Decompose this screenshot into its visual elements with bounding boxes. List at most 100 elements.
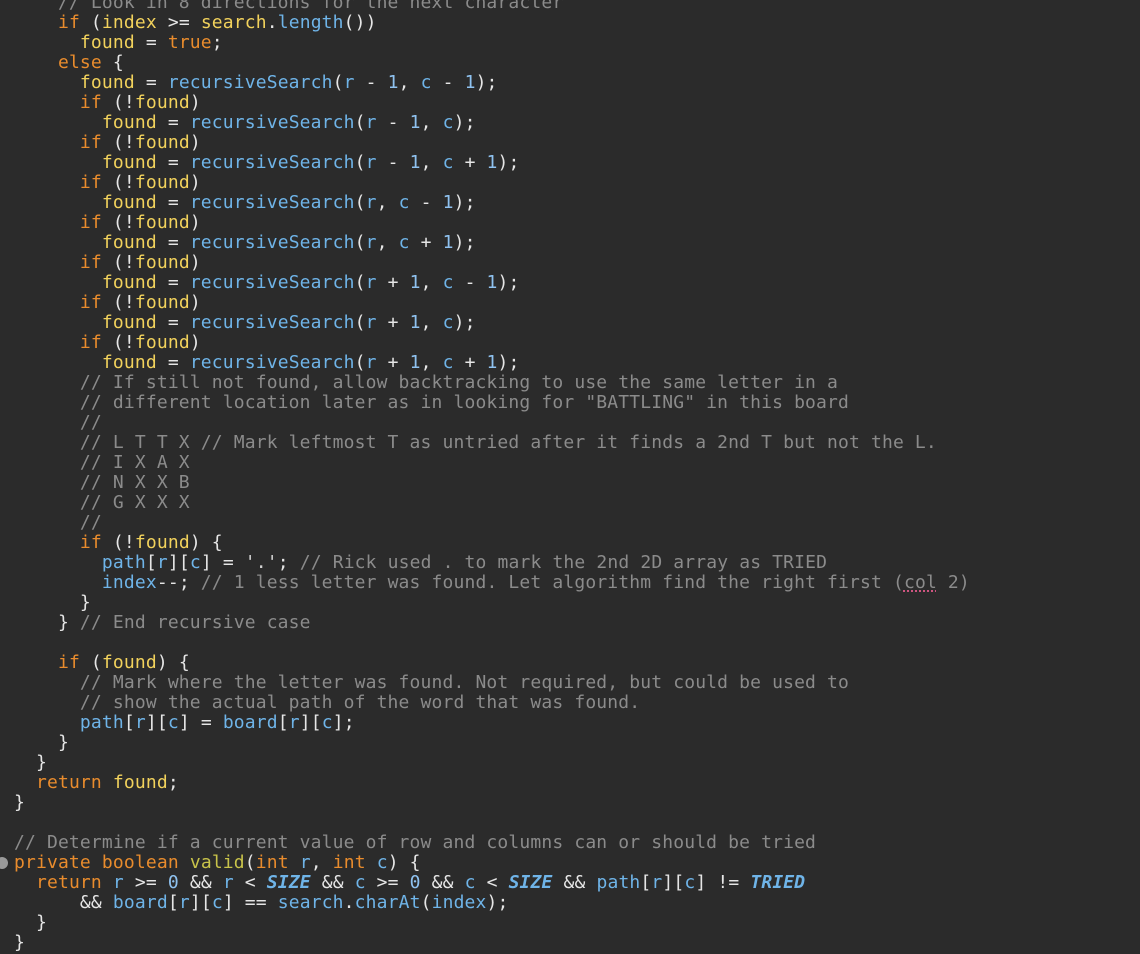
- code-token: found: [134, 92, 190, 113]
- code-line[interactable]: // Determine if a current value of row a…: [14, 833, 970, 853]
- code-line[interactable]: [14, 813, 970, 833]
- code-token: ;: [211, 32, 223, 53]
- code-line[interactable]: if (!found): [14, 133, 970, 153]
- code-line[interactable]: // L T T X // Mark leftmost T as untried…: [14, 433, 970, 453]
- code-line[interactable]: index--; // 1 less letter was found. Let…: [14, 573, 970, 593]
- code-line[interactable]: }: [14, 793, 970, 813]
- code-token: ): [189, 132, 201, 153]
- code-line[interactable]: path[r][c] = board[r][c];: [14, 713, 970, 733]
- code-line[interactable]: }: [14, 593, 970, 613]
- code-line[interactable]: found = recursiveSearch(r - 1, c + 1);: [14, 153, 970, 173]
- code-token: (: [354, 232, 366, 253]
- code-line[interactable]: found = true;: [14, 33, 970, 53]
- code-line[interactable]: if (index >= search.length()): [14, 13, 970, 33]
- code-line[interactable]: // I X A X: [14, 453, 970, 473]
- code-token: path: [101, 552, 146, 573]
- code-token: ][: [189, 892, 212, 913]
- code-line[interactable]: found = recursiveSearch(r + 1, c + 1);: [14, 353, 970, 373]
- code-line[interactable]: if (!found): [14, 173, 970, 193]
- code-line[interactable]: if (!found): [14, 213, 970, 233]
- code-token: ): [189, 172, 201, 193]
- code-token: -: [431, 72, 465, 93]
- code-token: (: [332, 72, 344, 93]
- code-token: ][: [299, 712, 322, 733]
- code-token: (: [79, 12, 102, 33]
- code-line[interactable]: if (!found): [14, 93, 970, 113]
- code-line[interactable]: path[r][c] = '.'; // Rick used . to mark…: [14, 553, 970, 573]
- code-line[interactable]: //: [14, 513, 970, 533]
- code-token: +: [453, 152, 487, 173]
- code-token: ,: [420, 272, 443, 293]
- code-editor[interactable]: // Look in 8 directions for the next cha…: [0, 0, 1140, 954]
- code-token: if: [79, 532, 102, 553]
- code-line[interactable]: else {: [14, 53, 970, 73]
- code-line[interactable]: && board[r][c] == search.charAt(index);: [14, 893, 970, 913]
- code-line[interactable]: //: [14, 413, 970, 433]
- code-line[interactable]: if (found) {: [14, 653, 970, 673]
- code-token: [: [145, 552, 157, 573]
- code-token: found: [134, 132, 190, 153]
- code-token: 1: [486, 152, 498, 173]
- code-token: (: [354, 192, 366, 213]
- code-line[interactable]: // If still not found, allow backtrackin…: [14, 373, 970, 393]
- code-line[interactable]: if (!found): [14, 293, 970, 313]
- code-line[interactable]: private boolean valid(int r, int c) {: [0, 852, 970, 873]
- code-token: found: [79, 32, 135, 53]
- code-area[interactable]: // Look in 8 directions for the next cha…: [0, 0, 970, 953]
- code-line[interactable]: found = recursiveSearch(r, c + 1);: [14, 233, 970, 253]
- code-line[interactable]: found = recursiveSearch(r - 1, c - 1);: [14, 73, 970, 93]
- code-token: ): [189, 212, 201, 233]
- code-token: found: [112, 772, 168, 793]
- code-line[interactable]: // N X X B: [14, 473, 970, 493]
- code-token: 1: [409, 272, 421, 293]
- code-line[interactable]: if (!found): [14, 253, 970, 273]
- code-token: SIZE: [266, 872, 311, 893]
- code-token: >=: [123, 872, 168, 893]
- code-line[interactable]: if (!found): [14, 333, 970, 353]
- code-line[interactable]: }: [14, 733, 970, 753]
- code-token: =: [156, 352, 190, 373]
- code-line[interactable]: // show the actual path of the word that…: [14, 693, 970, 713]
- code-token: found: [101, 232, 157, 253]
- code-line[interactable]: // different location later as in lookin…: [14, 393, 970, 413]
- code-token: );: [453, 192, 476, 213]
- code-line[interactable]: if (!found) {: [14, 533, 970, 553]
- code-line[interactable]: return found;: [14, 773, 970, 793]
- code-line[interactable]: }: [14, 913, 970, 933]
- code-token: 1: [442, 192, 454, 213]
- code-line[interactable]: return r >= 0 && r < SIZE && c >= 0 && c…: [14, 873, 970, 893]
- code-token: (!: [101, 252, 135, 273]
- code-token: >=: [365, 872, 410, 893]
- code-token: // show the actual path of the word that…: [14, 692, 641, 713]
- code-token: );: [497, 152, 520, 173]
- code-token: ,: [310, 852, 333, 873]
- code-token: c: [321, 712, 333, 733]
- code-line[interactable]: // Mark where the letter was found. Not …: [14, 673, 970, 693]
- code-line[interactable]: found = recursiveSearch(r + 1, c);: [14, 313, 970, 333]
- code-token: found: [134, 212, 190, 233]
- code-token: c: [211, 892, 223, 913]
- code-line[interactable]: } // End recursive case: [14, 613, 970, 633]
- code-line[interactable]: }: [14, 753, 970, 773]
- code-line[interactable]: found = recursiveSearch(r - 1, c);: [14, 113, 970, 133]
- code-token: ) {: [387, 852, 421, 873]
- code-line[interactable]: found = recursiveSearch(r, c - 1);: [14, 193, 970, 213]
- code-line[interactable]: // G X X X: [14, 493, 970, 513]
- code-token: r: [365, 272, 377, 293]
- code-token: if: [79, 92, 102, 113]
- code-token: ): [189, 292, 201, 313]
- code-line[interactable]: [14, 633, 970, 653]
- code-token: path: [79, 712, 124, 733]
- code-line[interactable]: found = recursiveSearch(r + 1, c - 1);: [14, 273, 970, 293]
- code-line[interactable]: }: [14, 933, 970, 953]
- code-token: found: [134, 252, 190, 273]
- code-token: found: [101, 192, 157, 213]
- code-token: r: [365, 112, 377, 133]
- breakpoint-dot-icon[interactable]: [0, 857, 8, 869]
- code-token: ] =: [178, 712, 223, 733]
